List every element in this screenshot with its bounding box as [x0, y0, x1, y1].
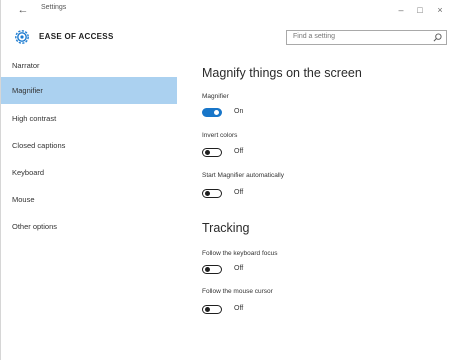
sidebar-item-magnifier[interactable]: Magnifier — [1, 77, 177, 104]
toggle-knob — [205, 266, 210, 272]
sidebar-item-closed-captions[interactable]: Closed captions — [1, 132, 177, 159]
invert-colors-toggle[interactable] — [202, 148, 222, 157]
start-magnifier-toggle[interactable] — [202, 189, 222, 198]
follow-keyboard-state: Off — [234, 265, 244, 272]
magnifier-state: On — [234, 108, 244, 115]
search-placeholder: Find a setting — [293, 33, 336, 40]
follow-keyboard-label: Follow the keyboard focus — [202, 250, 278, 257]
maximize-button[interactable]: □ — [413, 3, 427, 17]
start-magnifier-label: Start Magnifier automatically — [202, 172, 285, 179]
magnifier-toggle[interactable] — [202, 108, 222, 117]
toggle-knob — [205, 190, 210, 196]
section-heading-magnify: Magnify things on the screen — [202, 66, 362, 80]
follow-mouse-toggle[interactable] — [202, 305, 222, 314]
search-input[interactable]: Find a setting — [286, 30, 447, 45]
start-magnifier-state: Off — [234, 189, 244, 196]
toggle-knob — [214, 110, 219, 115]
invert-colors-state: Off — [234, 148, 244, 155]
title-bar: ← Settings – □ × — [1, 0, 452, 24]
invert-colors-label: Invert colors — [202, 132, 238, 139]
search-icon[interactable] — [433, 33, 442, 42]
follow-keyboard-toggle[interactable] — [202, 265, 222, 274]
sidebar-item-mouse[interactable]: Mouse — [1, 186, 177, 213]
back-arrow-icon[interactable]: ← — [16, 3, 30, 17]
follow-mouse-state: Off — [234, 305, 244, 312]
sidebar-item-narrator[interactable]: Narrator — [1, 52, 177, 79]
minimize-button[interactable]: – — [394, 3, 408, 17]
page-title: EASE OF ACCESS — [39, 32, 114, 41]
window-title: Settings — [41, 4, 67, 11]
gear-icon — [15, 30, 29, 44]
sidebar: Narrator Magnifier High contrast Closed … — [1, 52, 177, 360]
sidebar-item-high-contrast[interactable]: High contrast — [1, 105, 177, 132]
page-header: EASE OF ACCESS Find a setting — [1, 26, 452, 50]
toggle-knob — [205, 149, 210, 155]
sidebar-item-other-options[interactable]: Other options — [1, 213, 177, 240]
settings-window: ← Settings – □ × EASE OF ACCESS Find a s… — [0, 0, 452, 360]
toggle-knob — [205, 306, 210, 312]
follow-mouse-label: Follow the mouse cursor — [202, 288, 273, 295]
sidebar-item-keyboard[interactable]: Keyboard — [1, 159, 177, 186]
magnifier-label: Magnifier — [202, 93, 229, 100]
close-button[interactable]: × — [433, 3, 447, 17]
section-heading-tracking: Tracking — [202, 221, 250, 235]
